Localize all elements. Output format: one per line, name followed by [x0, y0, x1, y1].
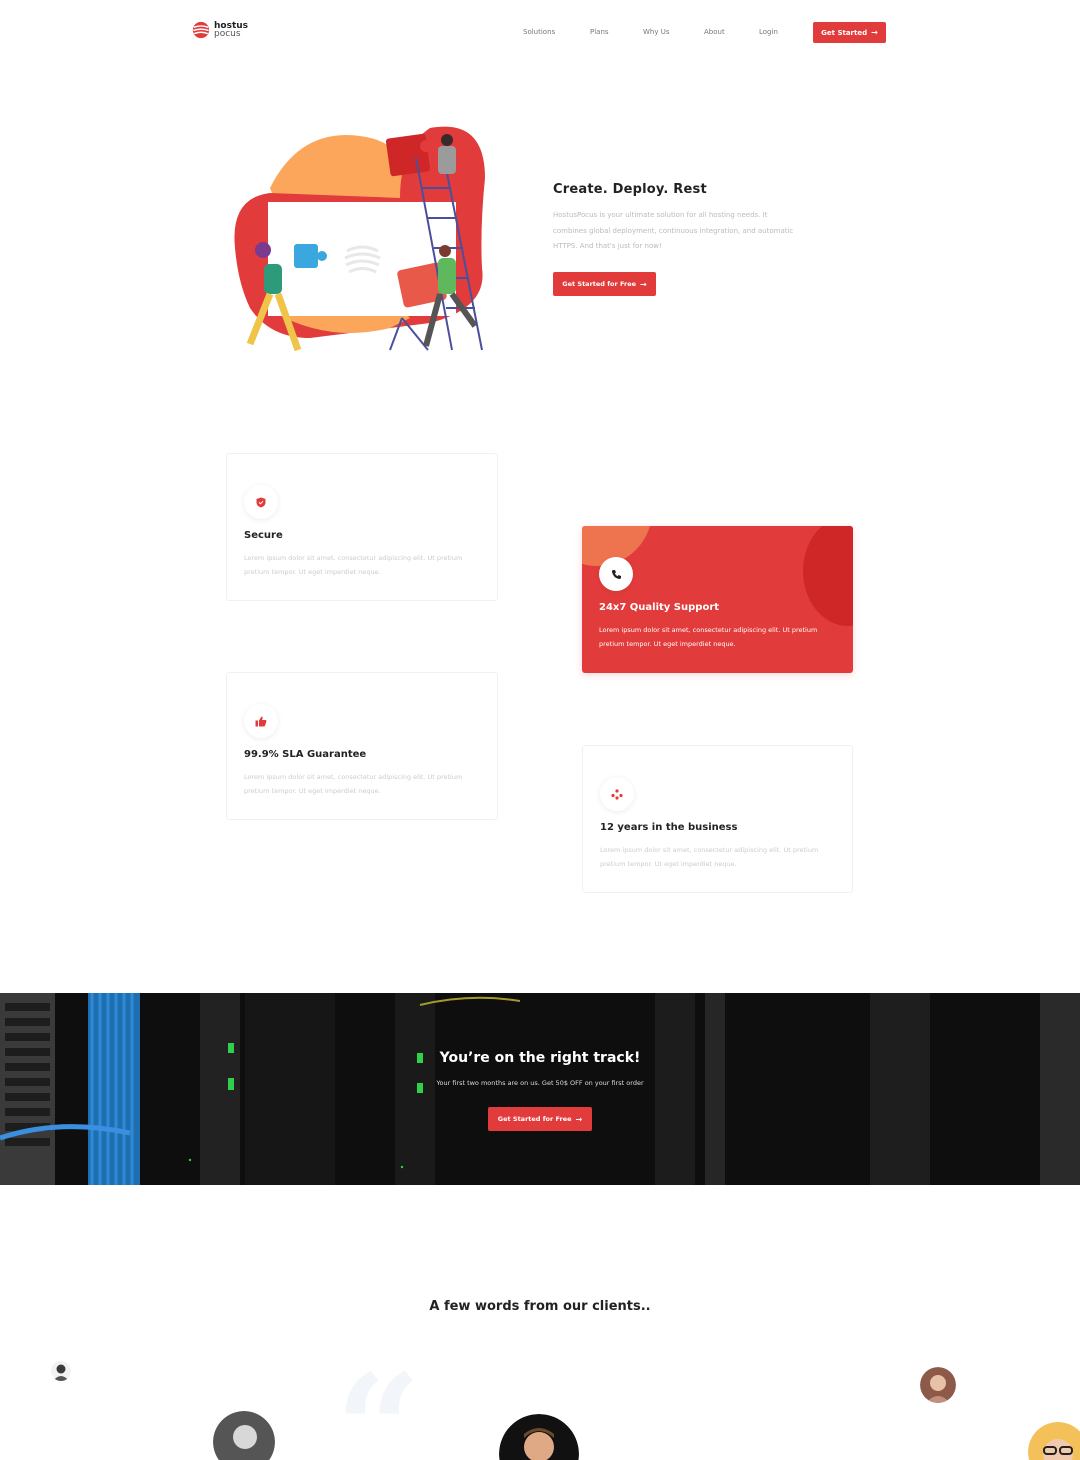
feature-title: 24x7 Quality Support	[599, 602, 720, 613]
feature-card-secure: Secure Lorem ipsum dolor sit amet, conse…	[226, 453, 498, 601]
network-icon	[611, 788, 623, 800]
client-avatar[interactable]	[51, 1361, 71, 1381]
feature-description: Lorem ipsum dolor sit amet, consectetur …	[244, 773, 463, 795]
get-started-button[interactable]: Get Started →	[813, 22, 886, 43]
feature-icon-wrapper	[244, 704, 278, 738]
top-nav: hostus pocus Solutions Plans Why Us Abou…	[0, 0, 1080, 66]
nav-item-login[interactable]: Login	[759, 28, 778, 36]
nav-item-why-us[interactable]: Why Us	[643, 28, 670, 36]
client-avatar[interactable]	[499, 1414, 579, 1460]
feature-title: 12 years in the business	[600, 822, 738, 833]
hero-illustration	[234, 126, 485, 352]
feature-description: Lorem ipsum dolor sit amet, consectetur …	[599, 626, 818, 648]
feature-card-support: 24x7 Quality Support Lorem ipsum dolor s…	[582, 526, 853, 673]
hero-cta-label: Get Started for Free	[562, 280, 637, 288]
logo[interactable]: hostus pocus	[192, 21, 248, 39]
nav-item-about[interactable]: About	[704, 28, 725, 36]
promo-banner: You’re on the right track! Your first tw…	[0, 993, 1080, 1185]
nav-item-plans[interactable]: Plans	[590, 28, 609, 36]
shield-icon	[256, 497, 266, 507]
feature-description: Lorem ipsum dolor sit amet, consectetur …	[600, 846, 819, 868]
hero-description: HostusPocus is your ultimate solution fo…	[553, 211, 794, 250]
nav-item-solutions[interactable]: Solutions	[523, 28, 555, 36]
banner-cta-button[interactable]: Get Started for Free →	[488, 1107, 592, 1131]
phone-icon	[611, 569, 621, 579]
feature-icon-wrapper	[599, 557, 633, 591]
banner-subtitle: Your first two months are on us. Get 50$…	[436, 1079, 644, 1087]
banner-cta-label: Get Started for Free	[497, 1115, 572, 1123]
testimonials-title: A few words from our clients..	[429, 1299, 651, 1314]
feature-icon-wrapper	[600, 777, 634, 811]
logo-line2: pocus	[214, 29, 241, 39]
feature-title: 99.9% SLA Guarantee	[244, 749, 367, 760]
quote-icon: “	[335, 1342, 422, 1460]
feature-icon-wrapper	[244, 485, 278, 519]
thumbs-up-icon	[255, 716, 267, 726]
feature-card-experience: 12 years in the business Lorem ipsum dol…	[582, 745, 853, 893]
hero-title: Create. Deploy. Rest	[553, 182, 707, 197]
banner-title: You’re on the right track!	[439, 1050, 641, 1066]
logo-icon	[192, 21, 210, 39]
arrow-right-icon: →	[575, 1114, 583, 1124]
feature-title: Secure	[244, 530, 283, 541]
arrow-right-icon: →	[871, 28, 878, 37]
feature-description: Lorem ipsum dolor sit amet, consectetur …	[244, 554, 463, 576]
client-avatar[interactable]	[920, 1367, 956, 1403]
hero-cta-button[interactable]: Get Started for Free →	[553, 272, 656, 296]
arrow-right-icon: →	[640, 279, 647, 289]
decorative-blob	[803, 526, 853, 626]
feature-card-sla: 99.9% SLA Guarantee Lorem ipsum dolor si…	[226, 672, 498, 820]
client-avatar[interactable]	[213, 1411, 275, 1460]
client-avatar[interactable]	[1028, 1422, 1080, 1460]
get-started-label: Get Started	[821, 28, 868, 37]
